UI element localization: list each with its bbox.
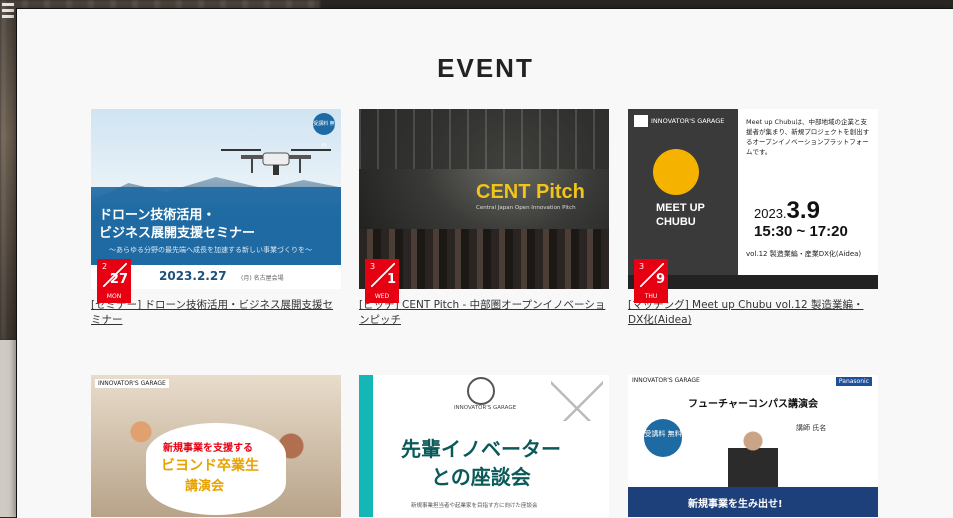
- event-card[interactable]: INNOVATOR'S GARAGE 先輩イノベーター との座談会 新規事業担当…: [359, 375, 609, 517]
- thumbnail-date: 2023.2.27: [159, 269, 227, 283]
- thumbnail-line-1: 先輩イノベーター: [401, 437, 561, 461]
- innovators-garage-logo: INNOVATOR'S GARAGE: [634, 115, 734, 135]
- event-section: EVENT ドローン技術活用・ ビジネス展開支援セミナー 〜あらゆる分野の最先端…: [16, 8, 953, 518]
- event-card[interactable]: INNOVATOR'S GARAGE MEET UP CHUBU Meet up…: [628, 109, 878, 328]
- innovators-garage-logo: INNOVATOR'S GARAGE: [632, 377, 700, 384]
- thumbnail-line-2: ビヨンド卒業生: [161, 458, 259, 474]
- speaker-name: 講師 氏名: [796, 424, 827, 432]
- sponsor-logo: Panasonic: [835, 377, 872, 386]
- event-card[interactable]: INNOVATOR'S GARAGE 新規事業を支援する ビヨンド卒業生 講演会: [91, 375, 341, 517]
- event-card[interactable]: ドローン技術活用・ ビジネス展開支援セミナー 〜あらゆる分野の最先端へ成長を加速…: [91, 109, 341, 328]
- thumbnail-banner: 新規事業を生み出せ!: [628, 487, 878, 517]
- thumbnail-heading: ドローン技術活用・ ビジネス展開支援セミナー: [99, 208, 256, 241]
- date-badge: 3 9 THU: [634, 259, 668, 303]
- thumbnail-note: 新規事業担当者や起業家を目指す方に向けた座談会: [411, 503, 538, 509]
- thumbnail-date-note: (月) 名古屋会場: [241, 275, 284, 282]
- section-title: EVENT: [437, 53, 534, 83]
- meetup-logo-circle: [653, 149, 699, 195]
- thumbnail-vol: vol.12 製造業編・産業DX化(Aidea): [746, 250, 862, 258]
- garage-emblem-icon: [467, 377, 495, 405]
- venue-ceiling: [359, 109, 609, 169]
- cent-pitch-logo: CENT Pitch: [476, 181, 585, 203]
- diamond-pattern: [551, 381, 603, 421]
- date-badge: 2 27 MON: [97, 259, 131, 303]
- thumbnail-time: 15:30 ~ 17:20: [754, 223, 848, 240]
- thumbnail-title: フューチャーコンパス講演会: [688, 399, 818, 410]
- free-tag: 受講料 無料: [644, 419, 682, 457]
- thumbnail-description: Meet up Chubuは、中部地域の企業と支援者が集まり、新規プロジェクトを…: [746, 118, 870, 156]
- thumbnail-subtitle: Central Japan Open Innovation Pitch: [476, 205, 576, 211]
- thumbnail-line-1: 新規事業を支援する: [163, 443, 253, 454]
- date-badge: 3 1 WED: [365, 259, 399, 303]
- event-thumbnail[interactable]: INNOVATOR'S GARAGE 新規事業を支援する ビヨンド卒業生 講演会: [91, 375, 341, 517]
- innovators-garage-logo: INNOVATOR'S GARAGE: [453, 405, 517, 411]
- event-card[interactable]: INNOVATOR'S GARAGE Panasonic フューチャーコンパス講…: [628, 375, 878, 517]
- thumbnail-line-2: との座談会: [431, 465, 531, 489]
- free-tag: 受講料 無料: [313, 113, 335, 149]
- thumbnail-line-3: 講演会: [185, 479, 225, 494]
- meetup-logo-text: MEET UP CHUBU: [656, 202, 705, 228]
- event-thumbnail[interactable]: INNOVATOR'S GARAGE Panasonic フューチャーコンパス講…: [628, 375, 878, 517]
- thumbnail-subtitle: 〜あらゆる分野の最先端へ成長を加速する新しい事業づくりを〜: [109, 246, 312, 254]
- thumbnail-date: 2023.3.9: [754, 197, 820, 224]
- event-card[interactable]: CENT Pitch Central Japan Open Innovation…: [359, 109, 609, 328]
- innovators-garage-logo: INNOVATOR'S GARAGE: [95, 379, 169, 388]
- event-thumbnail[interactable]: INNOVATOR'S GARAGE 先輩イノベーター との座談会 新規事業担当…: [359, 375, 609, 517]
